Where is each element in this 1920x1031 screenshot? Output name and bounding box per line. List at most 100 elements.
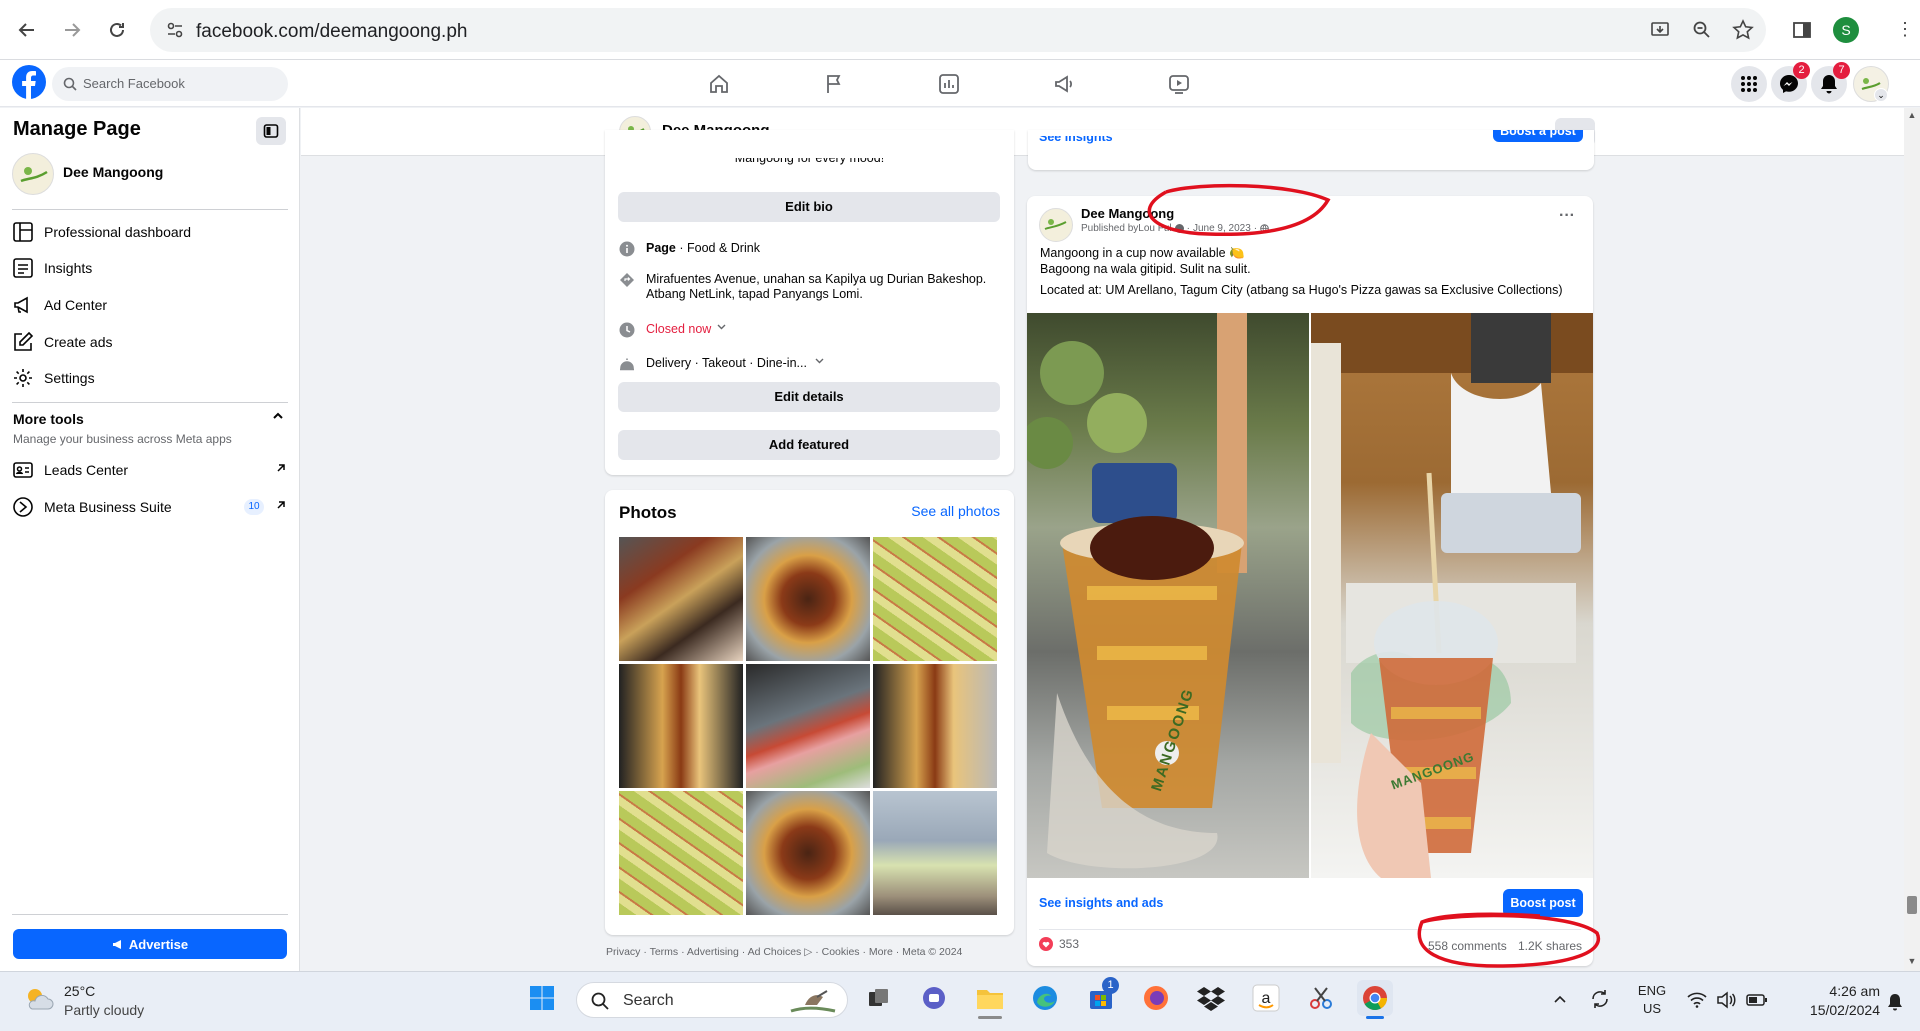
post-date[interactable]: June 9, 2023 — [1193, 223, 1251, 234]
photo-thumbnail[interactable] — [619, 537, 743, 661]
facebook-search-input[interactable]: Search Facebook — [52, 67, 288, 101]
boost-post-button[interactable]: Boost post — [1503, 889, 1583, 917]
taskbar-search-box[interactable]: Search — [576, 982, 848, 1018]
sidebar-item-label: Settings — [44, 370, 95, 386]
volume-icon[interactable] — [1716, 991, 1736, 1009]
side-panel-icon[interactable] — [1787, 15, 1817, 45]
leads-icon — [12, 459, 34, 481]
post-options-icon[interactable]: ··· — [1559, 207, 1575, 225]
reload-icon[interactable] — [102, 15, 132, 45]
home-icon[interactable] — [707, 72, 733, 96]
clock-date: 15/02/2024 — [1809, 1002, 1880, 1018]
amazon-icon[interactable]: a — [1248, 980, 1284, 1016]
edit-bio-button[interactable]: Edit bio — [618, 192, 1000, 222]
see-all-photos-link[interactable]: See all photos — [911, 503, 1000, 519]
ad-center-nav-icon[interactable] — [1052, 72, 1078, 96]
chevron-down-icon — [815, 356, 824, 365]
account-chevron-icon[interactable]: ⌄ — [1874, 88, 1888, 102]
post-author-name[interactable]: Dee Mangoong — [1081, 206, 1174, 221]
published-prefix: Published by — [1081, 223, 1139, 234]
profile-avatar[interactable]: S — [1833, 17, 1859, 43]
teams-chat-icon[interactable] — [916, 980, 952, 1016]
facebook-logo-icon[interactable] — [12, 65, 46, 99]
language-indicator[interactable]: ENG US — [1636, 983, 1668, 1016]
footer-links[interactable]: Privacy · Terms · Advertising · Ad Choic… — [606, 946, 962, 958]
post-image-left[interactable]: MANGOONG — [1027, 313, 1309, 878]
photo-thumbnail[interactable] — [873, 664, 997, 788]
site-info-icon[interactable] — [166, 21, 184, 39]
clock[interactable]: 4:26 am 15/02/2024 — [1780, 983, 1880, 1018]
forward-icon[interactable] — [57, 15, 87, 45]
menu-grid-icon[interactable] — [1731, 66, 1767, 102]
hours-row[interactable]: Closed now — [619, 322, 726, 338]
wifi-icon[interactable] — [1687, 992, 1707, 1008]
collapse-sidebar-icon[interactable] — [256, 117, 286, 145]
sync-icon[interactable] — [1589, 988, 1611, 1010]
address-bar[interactable]: facebook.com/deemangoong.ph — [150, 8, 1766, 52]
windows-start-icon[interactable] — [524, 980, 560, 1016]
menu-dots-icon[interactable]: ⋮ — [1896, 19, 1914, 40]
battery-icon[interactable] — [1746, 993, 1768, 1007]
pages-flag-icon[interactable] — [822, 72, 848, 96]
notification-bell-icon[interactable] — [1887, 993, 1903, 1011]
post-image-right[interactable]: MANGOONG — [1311, 313, 1593, 878]
sidebar-item-ad-center[interactable]: Ad Center — [12, 288, 292, 322]
info-small-icon — [1174, 224, 1184, 233]
file-explorer-icon[interactable] — [972, 980, 1008, 1016]
sidebar-item-create-ads[interactable]: Create ads — [12, 325, 292, 359]
comments-count[interactable]: 558 comments — [1428, 939, 1507, 953]
see-insights-and-ads-link[interactable]: See insights and ads — [1039, 896, 1163, 910]
sidebar-item-settings[interactable]: Settings — [12, 361, 292, 395]
photo-thumbnail[interactable] — [746, 537, 870, 661]
boost-a-post-button[interactable]: Boost a post — [1493, 130, 1583, 142]
video-nav-icon[interactable] — [1167, 72, 1193, 96]
sidebar-item-leads-center[interactable]: Leads Center — [12, 453, 292, 487]
add-featured-button[interactable]: Add featured — [618, 430, 1000, 460]
publisher-name[interactable]: Lou Ful — [1138, 223, 1171, 234]
partly-cloudy-icon[interactable] — [22, 982, 56, 1016]
chrome-icon[interactable] — [1357, 980, 1393, 1016]
zoom-icon[interactable] — [1692, 20, 1712, 40]
reactions-count[interactable]: 353 — [1039, 937, 1079, 951]
scroll-down-arrow-icon[interactable]: ▼ — [1904, 956, 1920, 966]
weather-desc[interactable]: Partly cloudy — [64, 1002, 144, 1018]
edge-browser-icon[interactable] — [1027, 980, 1063, 1016]
bookmark-star-icon[interactable] — [1732, 19, 1754, 41]
post-author-avatar[interactable] — [1039, 208, 1073, 242]
url-text[interactable]: facebook.com/deemangoong.ph — [196, 21, 467, 43]
install-app-icon[interactable] — [1650, 20, 1670, 40]
photo-thumbnail[interactable] — [619, 791, 743, 915]
scroll-up-arrow-icon[interactable]: ▲ — [1904, 110, 1920, 120]
photo-thumbnail[interactable] — [619, 664, 743, 788]
page-avatar[interactable] — [12, 153, 54, 195]
sidebar-item-insights[interactable]: Insights — [12, 251, 292, 285]
photo-thumbnail[interactable] — [746, 664, 870, 788]
show-hidden-icons-chevron-icon[interactable] — [1553, 992, 1567, 1006]
megaphone-icon — [112, 938, 124, 950]
sidebar-item-professional-dashboard[interactable]: Professional dashboard — [12, 215, 292, 249]
firefox-icon[interactable] — [1138, 980, 1174, 1016]
location-pin-icon — [619, 272, 635, 288]
see-insights-link[interactable]: See insights — [1039, 136, 1113, 144]
advertise-button[interactable]: Advertise — [13, 929, 287, 959]
pencil-icon — [12, 331, 34, 353]
sidebar-title: Manage Page — [13, 118, 141, 140]
shares-count[interactable]: 1.2K shares — [1518, 939, 1582, 953]
photo-thumbnail[interactable] — [873, 791, 997, 915]
keyboard-region: US — [1642, 1001, 1662, 1016]
page-scrollbar[interactable] — [1904, 108, 1920, 971]
dropbox-icon[interactable] — [1193, 980, 1229, 1016]
snipping-tool-icon[interactable] — [1303, 980, 1339, 1016]
services-row[interactable]: Delivery · Takeout · Dine-in... — [619, 356, 824, 372]
insights-nav-icon[interactable] — [937, 72, 963, 96]
scrollbar-thumb[interactable] — [1907, 896, 1917, 914]
edit-details-button[interactable]: Edit details — [618, 382, 1000, 412]
task-view-icon[interactable] — [861, 980, 897, 1016]
photo-thumbnail[interactable] — [746, 791, 870, 915]
more-tools-title[interactable]: More tools — [13, 411, 84, 427]
back-icon[interactable] — [12, 15, 42, 45]
sidebar-page-name[interactable]: Dee Mangoong — [63, 164, 163, 180]
chevron-up-icon[interactable] — [272, 410, 284, 422]
weather-temp[interactable]: 25°C — [64, 983, 95, 999]
photo-thumbnail[interactable] — [873, 537, 997, 661]
